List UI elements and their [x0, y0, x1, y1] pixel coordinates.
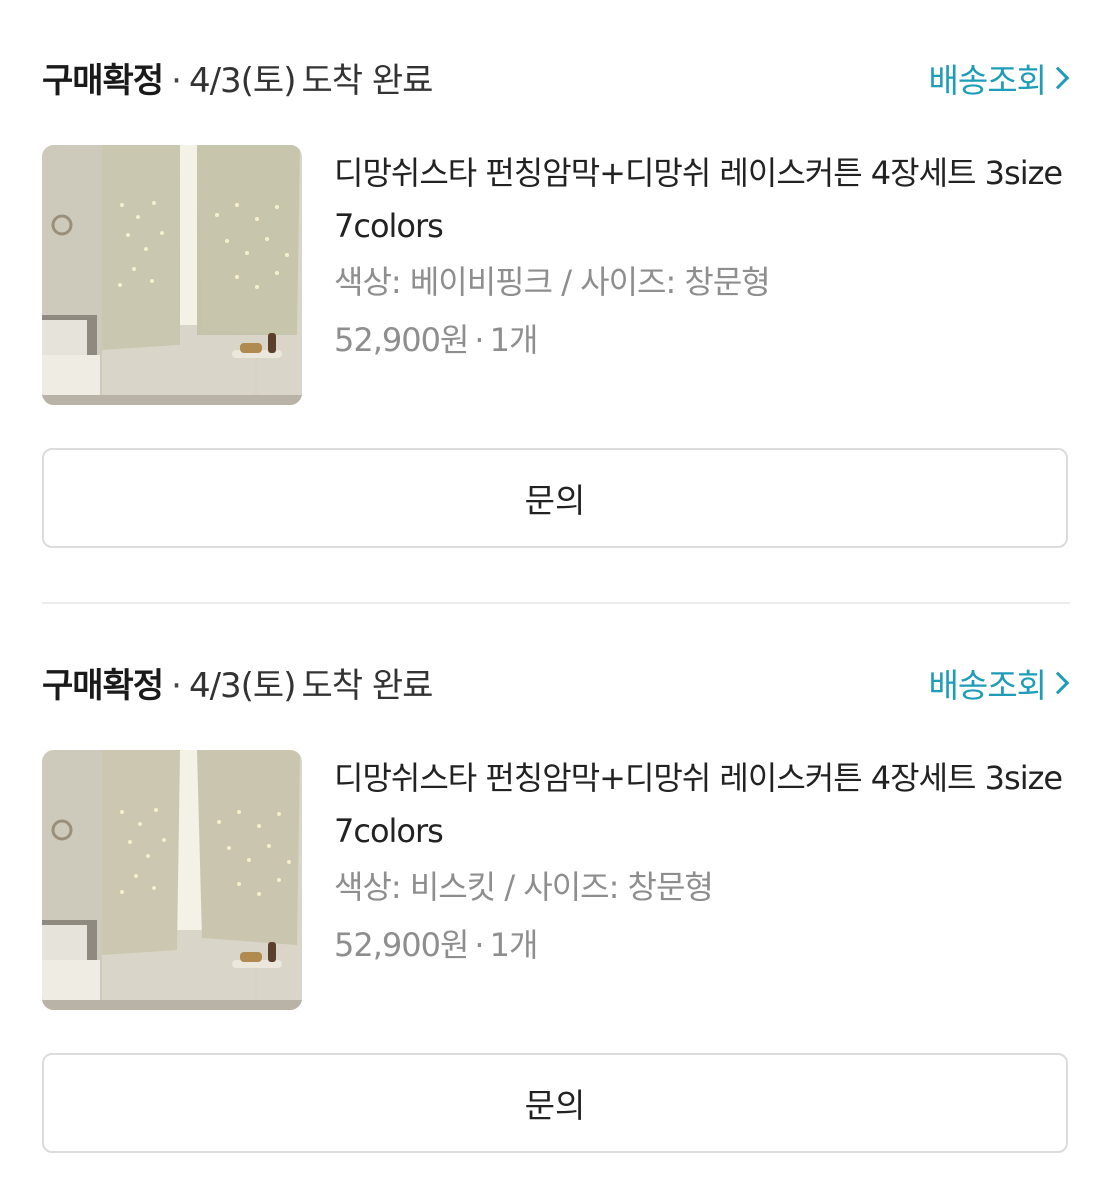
status-separator: ·: [171, 61, 182, 101]
arrival-status: 도착 완료: [301, 61, 433, 101]
arrival-date: 4/3(토): [188, 61, 297, 101]
order-card: 구매확정 · 4/3(토) 도착 완료 배송조회 디망쉬스타 펀칭암막+디망쉬 …: [42, 55, 1070, 555]
chevron-right-icon: [1046, 671, 1070, 695]
price-separator: ·: [474, 926, 484, 964]
product-quantity: 1개: [489, 321, 539, 359]
product-info: 디망쉬스타 펀칭암막+디망쉬 레이스커튼 4장세트 3size 7colors …: [334, 752, 1070, 969]
purchase-status: 구매확정: [42, 666, 164, 706]
order-header: 구매확정 · 4/3(토) 도착 완료 배송조회: [42, 55, 1070, 111]
order-header: 구매확정 · 4/3(토) 도착 완료 배송조회: [42, 660, 1070, 716]
product-row[interactable]: 디망쉬스타 펀칭암막+디망쉬 레이스커튼 4장세트 3size 7colors …: [42, 750, 1070, 1010]
track-delivery-link[interactable]: 배송조회: [928, 59, 1070, 103]
track-delivery-link[interactable]: 배송조회: [928, 664, 1070, 708]
product-quantity: 1개: [489, 926, 539, 964]
order-divider: [42, 602, 1070, 604]
track-delivery-label: 배송조회: [928, 666, 1047, 705]
product-price: 52,900원: [334, 926, 469, 964]
curtain-photo-image: [42, 145, 302, 405]
product-option: 색상: 비스킷 / 사이즈: 창문형: [334, 868, 714, 906]
product-row[interactable]: 디망쉬스타 펀칭암막+디망쉬 레이스커튼 4장세트 3size 7colors …: [42, 145, 1070, 405]
arrival-status: 도착 완료: [301, 666, 433, 706]
product-price-line: 52,900원 · 1개: [334, 921, 1070, 969]
inquiry-button[interactable]: 문의: [42, 1053, 1068, 1153]
order-card: 구매확정 · 4/3(토) 도착 완료 배송조회 디망쉬스타 펀칭암막+디망쉬 …: [42, 660, 1070, 1160]
product-option: 색상: 베이비핑크 / 사이즈: 창문형: [334, 263, 771, 301]
inquiry-button[interactable]: 문의: [42, 448, 1068, 548]
product-price-line: 52,900원 · 1개: [334, 316, 1070, 364]
order-status-line: 구매확정 · 4/3(토) 도착 완료: [42, 664, 433, 708]
chevron-right-icon: [1046, 66, 1070, 90]
arrival-date: 4/3(토): [188, 666, 297, 706]
order-status-line: 구매확정 · 4/3(토) 도착 완료: [42, 59, 433, 103]
status-separator: ·: [171, 666, 182, 706]
product-price: 52,900원: [334, 321, 469, 359]
product-name[interactable]: 디망쉬스타 펀칭암막+디망쉬 레이스커튼 4장세트 3size 7colors: [334, 752, 1070, 858]
product-thumbnail[interactable]: [42, 750, 302, 1010]
track-delivery-label: 배송조회: [928, 61, 1047, 100]
purchase-status: 구매확정: [42, 61, 164, 101]
product-name[interactable]: 디망쉬스타 펀칭암막+디망쉬 레이스커튼 4장세트 3size 7colors: [334, 147, 1070, 253]
product-info: 디망쉬스타 펀칭암막+디망쉬 레이스커튼 4장세트 3size 7colors …: [334, 147, 1070, 364]
product-thumbnail[interactable]: [42, 145, 302, 405]
curtain-photo-image: [42, 750, 302, 1010]
price-separator: ·: [474, 321, 484, 359]
